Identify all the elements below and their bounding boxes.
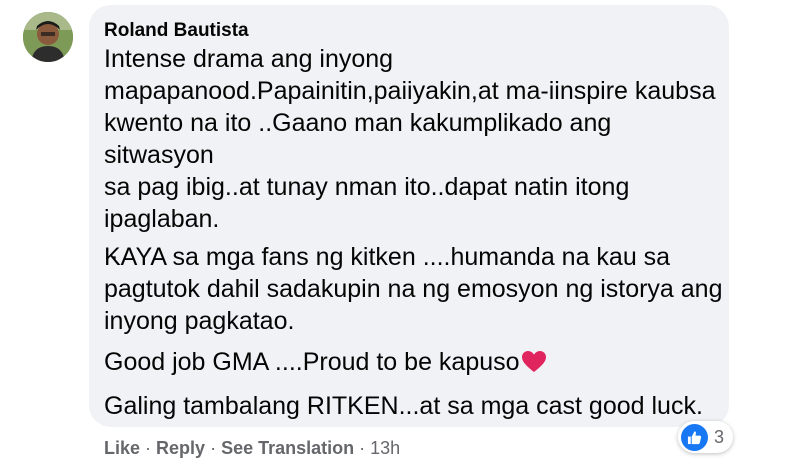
reaction-count: 3 (714, 426, 725, 447)
separator: · (145, 438, 152, 458)
separator: · (210, 438, 217, 458)
comment-paragraph-3: Good job GMA ....Proud to be kapuso (104, 346, 724, 378)
avatar-photo (23, 12, 73, 62)
comment-actions: Like · Reply · See Translation · 13h (104, 438, 400, 459)
reactions-pill[interactable]: 3 (678, 421, 734, 453)
see-translation-link[interactable]: See Translation (221, 438, 354, 458)
comment-author[interactable]: Roland Bautista (104, 20, 249, 42)
avatar[interactable] (23, 12, 73, 62)
comment-paragraph-4: Galing tambalang RITKEN...at sa mga cast… (104, 392, 703, 420)
reply-link[interactable]: Reply (156, 438, 205, 458)
separator: · (359, 438, 366, 458)
like-thumb-icon (681, 423, 708, 451)
red-heart-icon (521, 351, 546, 372)
comment-paragraph-2: KAYA sa mga fans ng kitken ....humanda n… (104, 243, 723, 335)
comment-paragraph-1: Intense drama ang inyong mapapanood.Papa… (104, 45, 716, 265)
like-link[interactable]: Like (104, 438, 140, 458)
comment-timestamp[interactable]: 13h (370, 438, 400, 458)
comment-paragraph-3-text: Good job GMA ....Proud to be kapuso (104, 348, 520, 376)
